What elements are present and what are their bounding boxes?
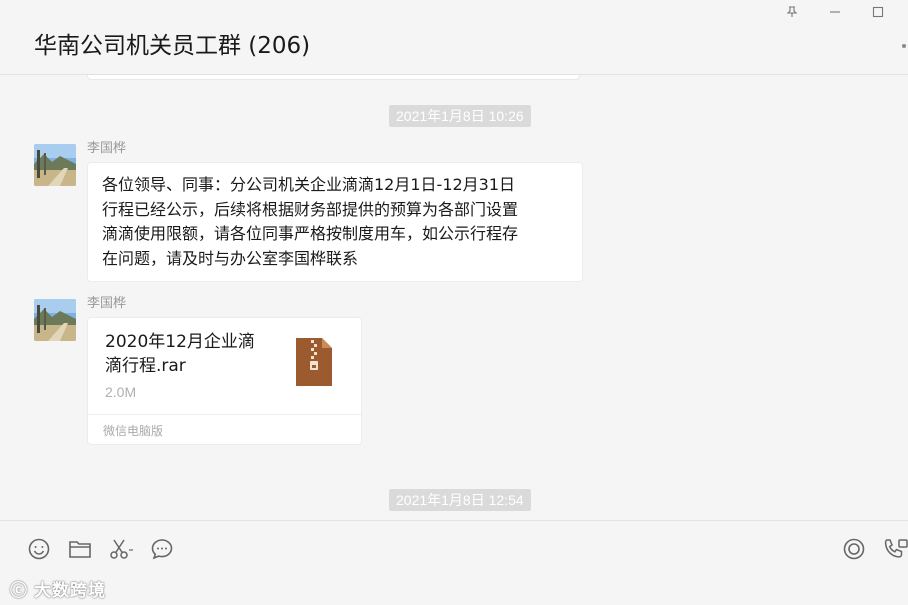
more-dot-icon[interactable] [902,44,906,48]
message-line: 滴滴使用限额，请各位同事严格按制度用车，如公示行程存 [102,224,519,243]
call-icon[interactable] [882,537,908,561]
message-line: 在问题，请及时与办公室李国桦联系 [102,248,359,268]
chat-header: 华南公司机关员工群 (206) [0,0,908,75]
message-list[interactable]: 2021年1月8日 10:26 李国桦 各位领导、同事：分公司机关企业滴滴12月… [0,75,908,520]
maximize-icon[interactable] [868,6,888,22]
chat-history-icon[interactable] [150,537,174,561]
file-source-label: 微信电脑版 [103,424,164,438]
folder-icon[interactable] [68,537,92,561]
file-size: 2.0M [105,384,137,400]
avatar[interactable] [34,299,76,341]
watermark-text: 大数跨境 [34,581,106,601]
timestamp: 2021年1月8日 12:54 [389,489,531,511]
archive-file-icon [294,336,334,393]
file-name: 2020年12月企业滴 滴行程.rar [105,330,275,378]
live-icon[interactable] [842,537,866,561]
scissors-icon[interactable] [108,537,133,561]
previous-message-bubble [87,75,580,80]
file-name-line: 滴行程.rar [105,356,186,376]
sender-name: 李国桦 [87,141,127,156]
avatar[interactable] [34,144,76,186]
timestamp: 2021年1月8日 10:26 [389,105,531,127]
message-line: 行程已经公示，后续将根据财务部提供的预算为各部门设置 [102,199,519,219]
file-name-line: 2020年12月企业滴 [105,332,255,352]
text-message-bubble[interactable]: 各位领导、同事：分公司机关企业滴滴12月1日-12月31日 行程已经公示，后续将… [87,162,583,282]
chat-title: 华南公司机关员工群 (206) [34,33,311,59]
input-toolbar: ⓒ 大数跨境 [0,520,908,605]
watermark-logo-icon: ⓒ [10,581,28,601]
minimize-icon[interactable] [825,6,845,22]
pin-icon[interactable] [782,6,802,22]
file-message-bubble[interactable]: 2020年12月企业滴 滴行程.rar 2.0M 微信电脑版 [87,317,362,445]
watermark: ⓒ 大数跨境 [10,576,106,601]
sender-name: 李国桦 [87,296,127,311]
message-line: 各位领导、同事：分公司机关企业滴滴12月1日-12月31日 [102,175,516,194]
divider [88,414,361,415]
emoji-icon[interactable] [27,537,51,561]
